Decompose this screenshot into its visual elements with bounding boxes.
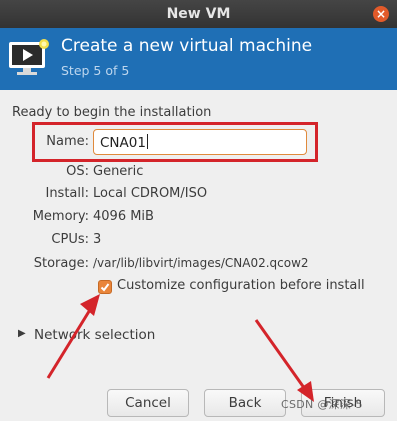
annotation-arrow-1-head — [80, 294, 100, 316]
annotation-arrow-2 — [254, 319, 309, 393]
watermark: CSDN @深深-5 — [281, 398, 363, 411]
annotation-arrows — [46, 294, 314, 402]
annotation-arrow-1 — [46, 299, 98, 379]
